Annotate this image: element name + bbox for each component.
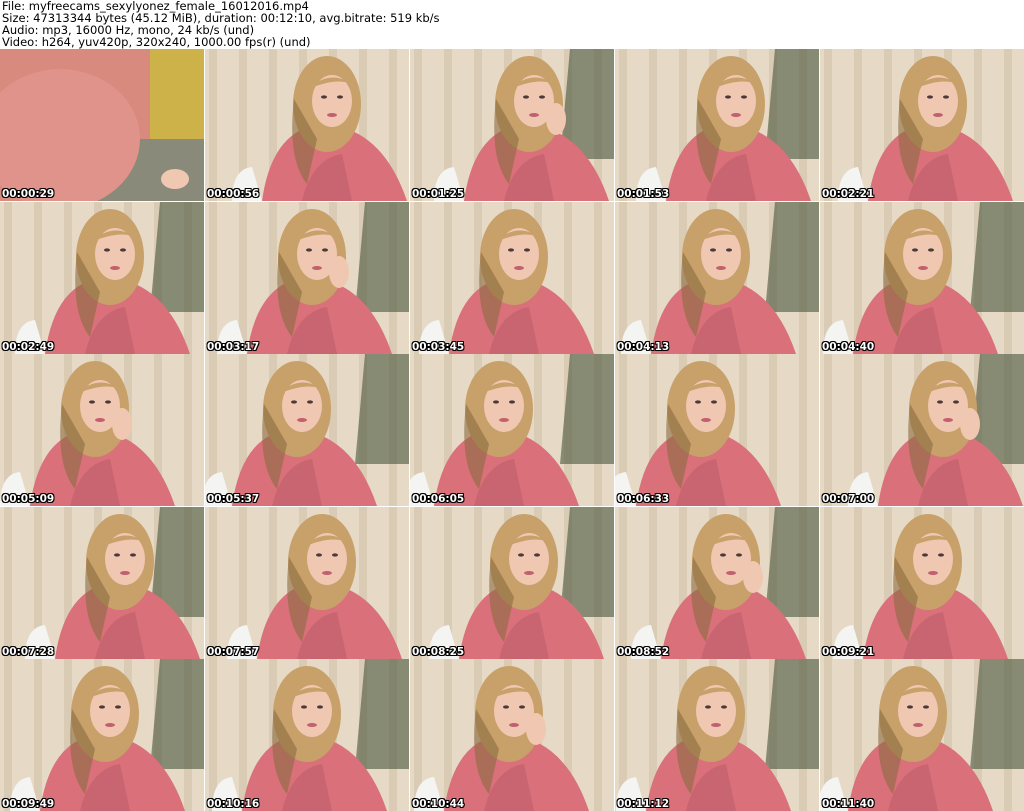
- video-thumbnail: 00:11:12: [615, 659, 819, 811]
- video-thumbnail: 00:06:33: [615, 354, 819, 506]
- thumbnail-frame-image: [0, 506, 204, 659]
- thumbnail-timestamp: 00:10:16: [207, 798, 260, 810]
- thumbnail-timestamp: 00:02:21: [822, 188, 875, 200]
- thumbnail-frame-image: [0, 49, 204, 201]
- thumbnail-timestamp: 00:07:28: [2, 645, 55, 658]
- thumbnail-timestamp: 00:07:00: [822, 493, 875, 505]
- video-info-line: Video: h264, yuv420p, 320x240, 1000.00 f…: [2, 35, 311, 49]
- video-thumbnail: 00:10:16: [205, 659, 409, 811]
- video-thumbnail: 00:11:40: [820, 659, 1024, 811]
- thumbnail-frame-image: [0, 201, 204, 354]
- thumbnail-timestamp: 00:03:45: [412, 340, 465, 353]
- video-thumbnail: 00:06:05: [410, 354, 614, 506]
- thumbnail-timestamp: 00:07:57: [207, 645, 260, 658]
- video-thumbnail: 00:10:44: [410, 659, 614, 811]
- thumbnail-frame-image: [410, 49, 614, 201]
- thumbnail-timestamp: 00:08:25: [412, 645, 465, 658]
- thumbnail-timestamp: 00:09:21: [822, 645, 875, 658]
- thumbnail-timestamp: 00:06:05: [412, 493, 465, 505]
- video-thumbnail: 00:02:21: [820, 49, 1024, 201]
- thumbnail-timestamp: 00:02:49: [2, 340, 55, 353]
- video-thumbnail: 00:07:57: [205, 506, 409, 659]
- video-thumbnail: 00:07:00: [820, 354, 1024, 506]
- video-thumbnail: 00:08:52: [615, 506, 819, 659]
- thumbnail-timestamp: 00:05:09: [2, 493, 55, 505]
- thumbnail-timestamp: 00:04:40: [822, 340, 875, 353]
- video-thumbnail: 00:00:56: [205, 49, 409, 201]
- video-thumbnail: 00:00:29: [0, 49, 204, 201]
- video-thumbnail: 00:03:45: [410, 201, 614, 354]
- thumbnail-frame-image: [615, 201, 819, 354]
- thumbnail-frame-image: [410, 354, 614, 506]
- thumbnail-timestamp: 00:11:40: [822, 798, 875, 810]
- thumbnail-frame-image: [0, 659, 204, 811]
- thumbnail-frame-image: [820, 659, 1024, 811]
- thumbnail-timestamp: 00:05:37: [207, 493, 260, 505]
- thumbnail-frame-image: [820, 354, 1024, 506]
- thumbnail-timestamp: 00:09:49: [2, 798, 55, 810]
- thumbnail-frame-image: [0, 354, 204, 506]
- thumbnail-timestamp: 00:06:33: [617, 493, 670, 505]
- thumbnail-frame-image: [615, 354, 819, 506]
- thumbnail-grid: 00:00:29 00:00:56 00:01:25 00:01:53 00:02:21…: [0, 49, 1024, 811]
- video-thumbnail: 00:03:17: [205, 201, 409, 354]
- thumbnail-timestamp: 00:04:13: [617, 340, 670, 353]
- video-thumbnail: 00:08:25: [410, 506, 614, 659]
- thumbnail-frame-image: [820, 506, 1024, 659]
- thumbnail-timestamp: 00:10:44: [412, 798, 465, 810]
- thumbnail-frame-image: [205, 659, 409, 811]
- thumbnail-frame-image: [410, 201, 614, 354]
- video-thumbnail: 00:02:49: [0, 201, 204, 354]
- video-thumbnail: 00:04:40: [820, 201, 1024, 354]
- video-thumbnail: 00:07:28: [0, 506, 204, 659]
- thumbnail-frame-image: [615, 659, 819, 811]
- file-info-header: File: myfreecams_sexylyonez_female_16012…: [2, 0, 1022, 48]
- video-thumbnail: 00:04:13: [615, 201, 819, 354]
- thumbnail-timestamp: 00:01:25: [412, 188, 465, 200]
- video-thumbnail: 00:09:21: [820, 506, 1024, 659]
- video-thumbnail: 00:05:37: [205, 354, 409, 506]
- thumbnail-timestamp: 00:08:52: [617, 645, 670, 658]
- thumbnail-timestamp: 00:03:17: [207, 340, 260, 353]
- video-thumbnail: 00:09:49: [0, 659, 204, 811]
- thumbnail-frame-image: [820, 201, 1024, 354]
- thumbnail-frame-image: [410, 659, 614, 811]
- video-thumbnail: 00:01:25: [410, 49, 614, 201]
- thumbnail-frame-image: [615, 506, 819, 659]
- thumbnail-frame-image: [205, 506, 409, 659]
- thumbnail-frame-image: [205, 201, 409, 354]
- thumbnail-timestamp: 00:00:56: [207, 188, 260, 200]
- thumbnail-frame-image: [205, 354, 409, 506]
- thumbnail-frame-image: [410, 506, 614, 659]
- video-thumbnail: 00:01:53: [615, 49, 819, 201]
- thumbnail-frame-image: [205, 49, 409, 201]
- thumbnail-timestamp: 00:11:12: [617, 798, 670, 810]
- thumbnail-timestamp: 00:01:53: [617, 188, 670, 200]
- thumbnail-timestamp: 00:00:29: [2, 188, 55, 200]
- video-thumbnail: 00:05:09: [0, 354, 204, 506]
- thumbnail-frame-image: [615, 49, 819, 201]
- thumbnail-frame-image: [820, 49, 1024, 201]
